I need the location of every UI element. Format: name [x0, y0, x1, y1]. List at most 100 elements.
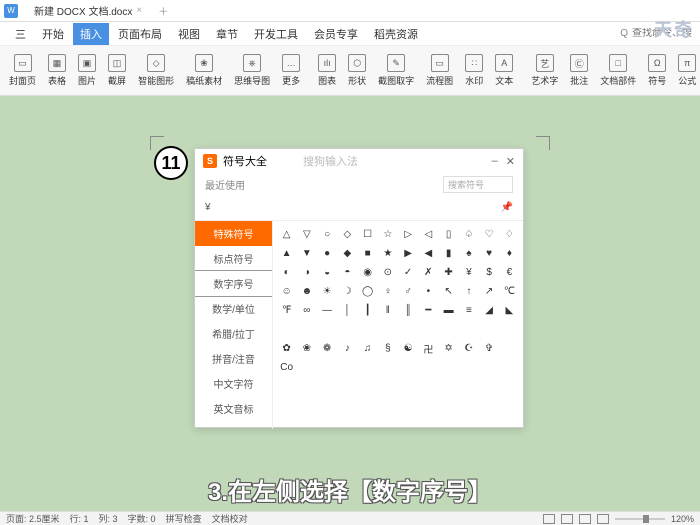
symbol-cell[interactable]: ☽ [338, 282, 357, 300]
symbol-cell[interactable]: $ [480, 263, 499, 281]
ribbon-思维导图[interactable]: ⎈思维导图 [231, 52, 273, 89]
ribbon-截屏[interactable]: ◫截屏 [105, 52, 129, 89]
symbol-cell[interactable] [338, 320, 357, 338]
symbol-cell[interactable]: ▯ [439, 225, 458, 243]
status-spell[interactable]: 拼写检查 [166, 512, 202, 525]
category-数学/单位[interactable]: 数学/单位 [195, 296, 272, 321]
symbol-cell[interactable]: ║ [399, 301, 418, 319]
symbol-cell[interactable] [500, 339, 519, 357]
symbol-cell[interactable]: ◆ [338, 244, 357, 262]
ribbon-水印[interactable]: ∷水印 [462, 52, 486, 89]
category-中文字符[interactable]: 中文字符 [195, 371, 272, 396]
symbol-cell[interactable]: ♠ [459, 244, 478, 262]
recent-symbol[interactable]: ¥ [205, 202, 211, 213]
symbol-cell[interactable] [419, 320, 438, 338]
menu-6[interactable]: 开发工具 [247, 23, 305, 45]
ribbon-封面页[interactable]: ▭封面页 [6, 52, 39, 89]
symbol-cell[interactable]: ♂ [399, 282, 418, 300]
pin-icon[interactable]: 📌 [501, 202, 513, 213]
symbol-cell[interactable]: ☺ [277, 282, 296, 300]
menu-5[interactable]: 章节 [209, 23, 245, 45]
category-特殊符号[interactable]: 特殊符号 [195, 221, 272, 246]
symbol-cell[interactable]: ┃ [358, 301, 377, 319]
document-tab[interactable]: 新建 DOCX 文档.docx × [24, 0, 152, 21]
symbol-search-input[interactable]: 搜索符号 [443, 176, 513, 193]
category-日文字符[interactable]: 日文字符 [195, 421, 272, 429]
ribbon-表格[interactable]: ▦表格 [45, 52, 69, 89]
ribbon-图表[interactable]: ılı图表 [315, 52, 339, 89]
symbol-cell[interactable]: ℃ [500, 282, 519, 300]
symbol-cell[interactable]: ♀ [378, 282, 397, 300]
ribbon-符号[interactable]: Ω符号 [645, 52, 669, 89]
symbol-cell[interactable] [318, 320, 337, 338]
tab-close-icon[interactable]: × [136, 5, 142, 16]
menu-1[interactable]: 开始 [35, 23, 71, 45]
dialog-close-icon[interactable]: ✕ [506, 155, 515, 168]
symbol-cell[interactable]: 卍 [419, 339, 438, 357]
symbol-cell[interactable]: ✿ [277, 339, 296, 357]
ribbon-文档部件[interactable]: □文档部件 [597, 52, 639, 89]
ribbon-公式[interactable]: π公式 [675, 52, 699, 89]
symbol-cell[interactable]: ▷ [399, 225, 418, 243]
zoom-value[interactable]: 120% [671, 514, 694, 524]
symbol-cell[interactable] [500, 320, 519, 338]
symbol-cell[interactable]: ♤ [459, 225, 478, 243]
category-标点符号[interactable]: 标点符号 [195, 246, 272, 271]
symbol-cell[interactable]: │ [338, 301, 357, 319]
ribbon-批注[interactable]: ㉢批注 [567, 52, 591, 89]
symbol-cell[interactable]: ‖ [378, 301, 397, 319]
symbol-cell[interactable]: • [419, 282, 438, 300]
ribbon-截图取字[interactable]: ✎截图取字 [375, 52, 417, 89]
category-拼音/注音[interactable]: 拼音/注音 [195, 346, 272, 371]
symbol-cell[interactable]: € [500, 263, 519, 281]
symbol-cell[interactable]: ◐ [277, 263, 296, 281]
symbol-cell[interactable]: ❁ [318, 339, 337, 357]
symbol-cell[interactable]: ☪ [459, 339, 478, 357]
symbol-cell[interactable]: ☆ [378, 225, 397, 243]
category-英文音标[interactable]: 英文音标 [195, 396, 272, 421]
ribbon-文本[interactable]: A文本 [492, 52, 516, 89]
symbol-cell[interactable]: ✗ [419, 263, 438, 281]
view-mode-icon[interactable] [543, 514, 555, 524]
symbol-cell[interactable]: ☯ [399, 339, 418, 357]
symbol-cell[interactable]: ∞ [297, 301, 316, 319]
symbol-cell[interactable] [459, 320, 478, 338]
symbol-cell[interactable]: ♫ [358, 339, 377, 357]
category-希腊/拉丁[interactable]: 希腊/拉丁 [195, 321, 272, 346]
symbol-cell[interactable]: ℉ [277, 301, 296, 319]
symbol-cell[interactable]: ◉ [358, 263, 377, 281]
view-mode-icon[interactable] [579, 514, 591, 524]
symbol-cell[interactable]: ☻ [297, 282, 316, 300]
ribbon-形状[interactable]: ⬡形状 [345, 52, 369, 89]
symbol-cell[interactable] [399, 320, 418, 338]
symbol-cell[interactable]: ✡ [439, 339, 458, 357]
symbol-cell[interactable]: ■ [358, 244, 377, 262]
symbol-cell[interactable]: ◁ [419, 225, 438, 243]
menu-8[interactable]: 稻壳资源 [367, 23, 425, 45]
ribbon-图片[interactable]: ▣图片 [75, 52, 99, 89]
tab-add-icon[interactable]: ＋ [152, 3, 174, 18]
symbol-cell[interactable]: ▲ [277, 244, 296, 262]
symbol-cell[interactable]: ☐ [358, 225, 377, 243]
symbol-cell[interactable]: ◓ [338, 263, 357, 281]
ribbon-更多[interactable]: …更多 [279, 52, 303, 89]
symbol-cell[interactable] [378, 320, 397, 338]
view-mode-icon[interactable] [561, 514, 573, 524]
symbol-cell[interactable] [439, 320, 458, 338]
symbol-cell[interactable]: ↗ [480, 282, 499, 300]
menu-0[interactable]: 三 [8, 23, 33, 45]
symbol-cell[interactable]: ♢ [500, 225, 519, 243]
symbol-cell[interactable]: ◒ [318, 263, 337, 281]
symbol-cell[interactable]: ◣ [500, 301, 519, 319]
symbol-cell[interactable]: ✓ [399, 263, 418, 281]
symbol-cell[interactable]: ✚ [439, 263, 458, 281]
symbol-cell[interactable]: ◑ [297, 263, 316, 281]
symbol-cell[interactable]: ◢ [480, 301, 499, 319]
symbol-cell[interactable]: ⊙ [378, 263, 397, 281]
ribbon-艺术字[interactable]: 艺艺术字 [528, 52, 561, 89]
symbol-cell[interactable]: ↑ [459, 282, 478, 300]
symbol-cell[interactable]: ☀ [318, 282, 337, 300]
symbol-cell[interactable]: ♡ [480, 225, 499, 243]
symbol-cell[interactable]: ♪ [338, 339, 357, 357]
symbol-cell[interactable]: ━ [419, 301, 438, 319]
